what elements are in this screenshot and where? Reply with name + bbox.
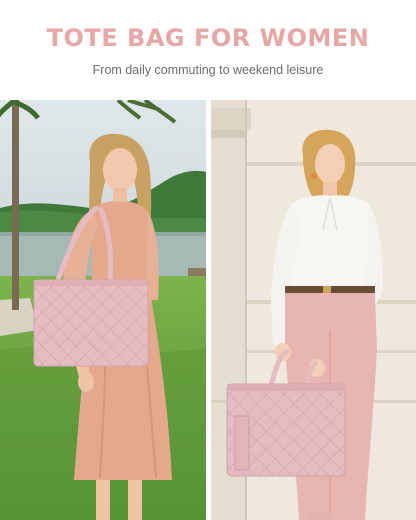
lake-photo-panel bbox=[0, 100, 206, 520]
page-subtitle: From daily commuting to weekend leisure bbox=[92, 63, 324, 77]
header: TOTE BAG FOR WOMEN From daily commuting … bbox=[0, 0, 416, 100]
wall-photo-panel bbox=[211, 100, 416, 520]
lake-photo bbox=[0, 100, 206, 520]
wall-photo bbox=[211, 100, 416, 520]
page-title: TOTE BAG FOR WOMEN bbox=[46, 24, 370, 52]
